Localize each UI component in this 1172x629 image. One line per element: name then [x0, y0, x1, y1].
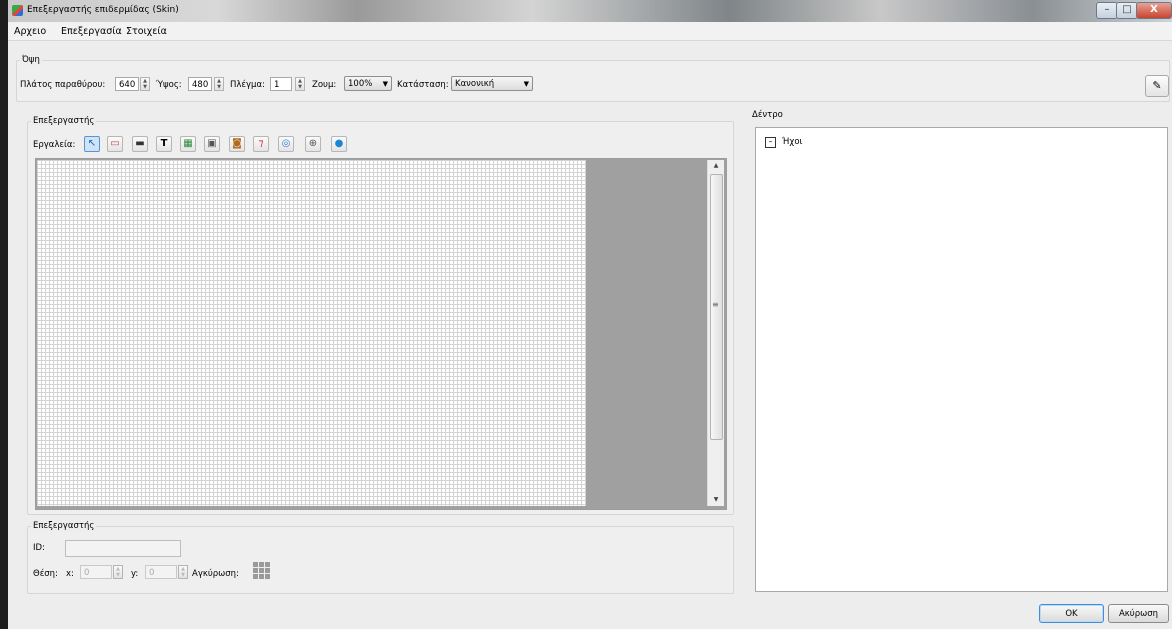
button-image-tool-button[interactable]: ▣ — [204, 136, 220, 152]
checkbox-tool-button[interactable]: ⁊ — [253, 136, 269, 152]
crosshair-tool-button[interactable]: ⊕ — [305, 136, 321, 152]
app-icon — [12, 5, 23, 16]
grid-input[interactable]: 1 — [270, 77, 292, 91]
grid-stepper[interactable]: ▲ ▼ — [295, 77, 305, 91]
menu-bar: Αρχειο Επεξεργασία Στοιχεία — [8, 22, 1172, 41]
text-tool-button[interactable]: T — [156, 136, 172, 152]
wand-icon: ✎ — [1152, 79, 1162, 92]
image-icon: ▦ — [183, 138, 193, 149]
view-group-label: Όψη — [20, 55, 42, 65]
window-width-stepper[interactable]: ▲ ▼ — [140, 77, 150, 91]
panel-icon: ▬ — [135, 138, 145, 149]
cancel-button[interactable]: Ακύρωση — [1108, 604, 1169, 623]
id-label: ID: — [33, 543, 45, 553]
y-label: y: — [131, 569, 139, 579]
anchor-grid-icon[interactable] — [253, 562, 271, 580]
menu-file[interactable]: Αρχειο — [14, 26, 46, 37]
pointer-tool-button[interactable]: ↖ — [84, 136, 100, 152]
tree-group-label: Δέντρο — [752, 110, 783, 120]
grip-icon: ≡ — [712, 300, 719, 309]
position-label: Θέση: — [33, 569, 58, 579]
scroll-up-icon[interactable]: ▲ — [708, 160, 724, 172]
window-width-input[interactable]: 640 — [115, 77, 139, 91]
checkbox-icon: ⁊ — [258, 138, 264, 149]
y-input[interactable]: 0 — [145, 565, 177, 579]
menu-edit[interactable]: Επεξεργασία — [61, 26, 122, 37]
bubble-tool-button[interactable]: ● — [331, 136, 347, 152]
id-input[interactable] — [65, 540, 181, 557]
vertical-scrollbar[interactable]: ▲ ≡ ▼ — [707, 160, 724, 506]
x-label: x: — [66, 569, 74, 579]
height-stepper[interactable]: ▲ ▼ — [214, 77, 224, 91]
zoom-label: Ζουμ: — [312, 80, 337, 90]
maximize-button[interactable]: □ — [1116, 2, 1138, 19]
height-label: Ύψος: — [156, 80, 182, 90]
y-stepper[interactable]: ▲ ▼ — [178, 565, 188, 579]
tree-item-sounds[interactable]: Ήχοι — [782, 137, 802, 147]
x-input[interactable]: 0 — [80, 565, 112, 579]
pointer-icon: ↖ — [87, 138, 97, 149]
tree-view[interactable]: – Ήχοι — [755, 127, 1168, 592]
tools-label: Εργαλεία: — [33, 140, 76, 150]
text-icon: T — [160, 138, 168, 149]
height-input[interactable]: 480 — [188, 77, 212, 91]
properties-group-label: Επεξεργαστής — [31, 521, 97, 531]
bubble-icon: ● — [334, 138, 344, 149]
zoom-select[interactable]: 100% ▼ — [344, 76, 392, 91]
globe-tool-button[interactable]: ◎ — [278, 136, 294, 152]
magic-wand-button[interactable]: ✎ — [1145, 75, 1169, 97]
minimize-button[interactable]: – — [1096, 2, 1118, 19]
chevron-down-icon: ▼ — [523, 80, 529, 88]
properties-group — [27, 526, 734, 594]
zoom-value: 100% — [348, 79, 373, 89]
scroll-down-icon[interactable]: ▼ — [708, 494, 724, 506]
window-width-label: Πλάτος παραθύρου: — [20, 80, 106, 90]
state-select[interactable]: Κανονική ▼ — [451, 76, 533, 91]
editor-group-label: Επεξεργαστής — [31, 116, 97, 126]
skin-canvas[interactable]: ▲ ≡ ▼ — [35, 158, 727, 510]
menu-elements[interactable]: Στοιχεία — [126, 26, 167, 37]
window-title: Επεξεργαστής επιδερμίδας (Skin) — [27, 5, 179, 15]
grid-label: Πλέγμα: — [230, 80, 265, 90]
rectangle-icon: ▭ — [110, 138, 120, 149]
globe-icon: ◎ — [281, 138, 291, 149]
chevron-down-icon: ▼ — [382, 80, 388, 88]
ok-button[interactable]: OK — [1039, 604, 1104, 623]
skin-editor-window: Επεξεργαστής επιδερμίδας (Skin) – □ X Αρ… — [8, 0, 1172, 629]
anchor-label: Αγκύρωση: — [192, 569, 239, 579]
image-tool-button[interactable]: ▦ — [180, 136, 196, 152]
x-stepper[interactable]: ▲ ▼ — [113, 565, 123, 579]
rectangle-tool-button[interactable]: ▭ — [107, 136, 123, 152]
animation-icon: ◙ — [232, 138, 242, 149]
animation-tool-button[interactable]: ◙ — [229, 136, 245, 152]
canvas-grid[interactable] — [37, 160, 586, 506]
panel-tool-button[interactable]: ▬ — [132, 136, 148, 152]
collapse-icon[interactable]: – — [765, 137, 776, 148]
close-button[interactable]: X — [1136, 2, 1172, 19]
state-label: Κατάσταση: — [397, 80, 449, 90]
crosshair-icon: ⊕ — [308, 138, 318, 149]
button-image-icon: ▣ — [207, 138, 217, 149]
title-bar[interactable]: Επεξεργαστής επιδερμίδας (Skin) – □ X — [8, 0, 1172, 22]
state-value: Κανονική — [455, 79, 495, 89]
